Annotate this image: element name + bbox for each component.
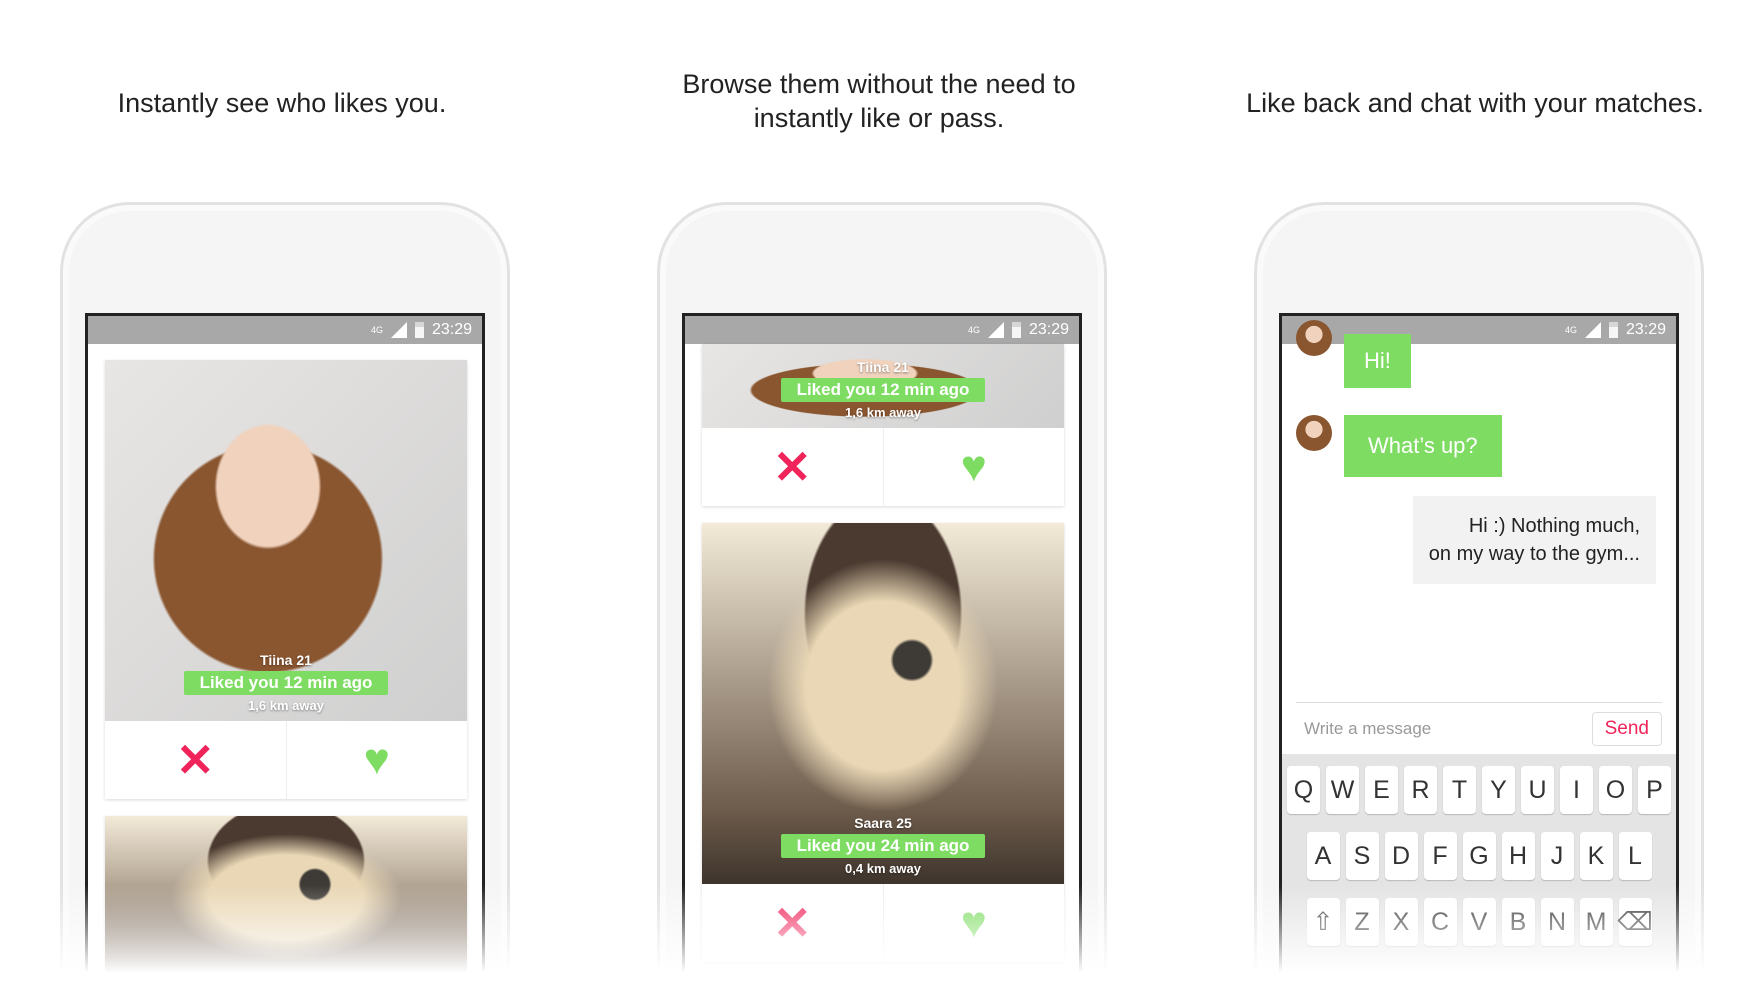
key[interactable]: A <box>1306 832 1340 880</box>
status-bar: 4G 23:29 <box>685 316 1079 344</box>
signal-icon <box>1584 322 1601 338</box>
key[interactable]: L <box>1618 832 1652 880</box>
profile-distance: 0,4 km away <box>845 861 921 876</box>
key[interactable]: S <box>1345 832 1379 880</box>
signal-icon <box>390 322 407 338</box>
clock: 23:29 <box>1625 321 1666 338</box>
key[interactable]: Q <box>1287 766 1320 814</box>
clock: 23:29 <box>1028 321 1069 338</box>
caption-1: Instantly see who likes you. <box>117 88 447 118</box>
message-in: What’s up? <box>1296 415 1502 477</box>
key[interactable]: H <box>1501 832 1535 880</box>
signal-icon <box>987 322 1004 338</box>
liked-badge: Liked you 12 min ago <box>780 378 986 402</box>
key[interactable]: O <box>1599 766 1632 814</box>
like-button[interactable]: ♥ <box>287 721 468 799</box>
profile-name: Saara 25 <box>854 815 912 831</box>
message-bubble: What’s up? <box>1344 415 1502 477</box>
profile-card[interactable]: Tiina 21 Liked you 12 min ago 1,6 km away … <box>105 360 467 799</box>
phone-browse: 4G 23:29 Tiina 21 Liked you 12 min ago 1,6 … <box>657 202 1107 999</box>
message-composer: Write a message Send <box>1296 702 1662 754</box>
phone-chat: 4G 23:29 Hi! What’s up? Hi :) Nothing muc… <box>1254 202 1704 999</box>
profile-photo[interactable]: Tiina 21 Liked you 12 min ago 1,6 km away <box>702 344 1064 428</box>
key[interactable]: E <box>1365 766 1398 814</box>
network-label: 4G <box>370 325 383 335</box>
key[interactable]: R <box>1404 766 1437 814</box>
avatar[interactable] <box>1296 320 1332 356</box>
send-button[interactable]: Send <box>1591 711 1662 746</box>
heart-icon: ♥ <box>960 442 987 491</box>
profile-name: Tiina 21 <box>857 359 909 375</box>
caption-3: Like back and chat with your matches. <box>1246 88 1704 118</box>
close-icon: ✕ <box>772 441 812 493</box>
message-in: Hi! <box>1296 320 1411 388</box>
bottom-fade <box>0 885 1753 1002</box>
status-bar: 4G 23:29 <box>88 316 482 344</box>
key[interactable]: I <box>1560 766 1593 814</box>
key[interactable]: G <box>1462 832 1496 880</box>
phone-likes: 4G 23:29 Tiina 21 Liked you 12 min ago 1,6 … <box>60 202 510 999</box>
key[interactable]: T <box>1443 766 1476 814</box>
key[interactable]: D <box>1384 832 1418 880</box>
caption-2: Browse them without the need to instantl… <box>682 69 1076 133</box>
key[interactable]: K <box>1579 832 1613 880</box>
profile-distance: 1,6 km away <box>248 698 324 713</box>
battery-icon <box>1608 322 1618 338</box>
profile-photo[interactable]: Tiina 21 Liked you 12 min ago 1,6 km away <box>105 360 467 721</box>
profile-photo[interactable]: Saara 25 Liked you 24 min ago 0,4 km away <box>702 523 1064 884</box>
message-line: Hi :) Nothing much, <box>1468 515 1640 537</box>
key[interactable]: W <box>1326 766 1359 814</box>
liked-badge: Liked you 12 min ago <box>183 671 389 695</box>
battery-icon <box>414 322 424 338</box>
close-icon: ✕ <box>175 734 215 786</box>
like-button[interactable]: ♥ <box>884 428 1065 506</box>
clock: 23:29 <box>431 321 472 338</box>
key[interactable]: P <box>1638 766 1671 814</box>
liked-badge: Liked you 24 min ago <box>780 834 986 858</box>
network-label: 4G <box>1564 325 1577 335</box>
message-out: Hi :) Nothing much, on my way to the gym.… <box>1412 496 1656 584</box>
heart-icon: ♥ <box>363 735 390 784</box>
network-label: 4G <box>967 325 980 335</box>
key[interactable]: F <box>1423 832 1457 880</box>
key[interactable]: U <box>1521 766 1554 814</box>
message-input[interactable]: Write a message <box>1296 719 1431 739</box>
key[interactable]: Y <box>1482 766 1515 814</box>
profile-card[interactable]: Tiina 21 Liked you 12 min ago 1,6 km away … <box>702 344 1064 506</box>
profile-name: Tiina 21 <box>260 652 312 668</box>
profile-distance: 1,6 km away <box>845 405 921 420</box>
message-bubble: Hi! <box>1344 334 1411 388</box>
pass-button[interactable]: ✕ <box>702 428 884 506</box>
avatar[interactable] <box>1296 415 1332 451</box>
key[interactable]: J <box>1540 832 1574 880</box>
pass-button[interactable]: ✕ <box>105 721 287 799</box>
battery-icon <box>1011 322 1021 338</box>
message-line: on my way to the gym... <box>1428 543 1640 565</box>
